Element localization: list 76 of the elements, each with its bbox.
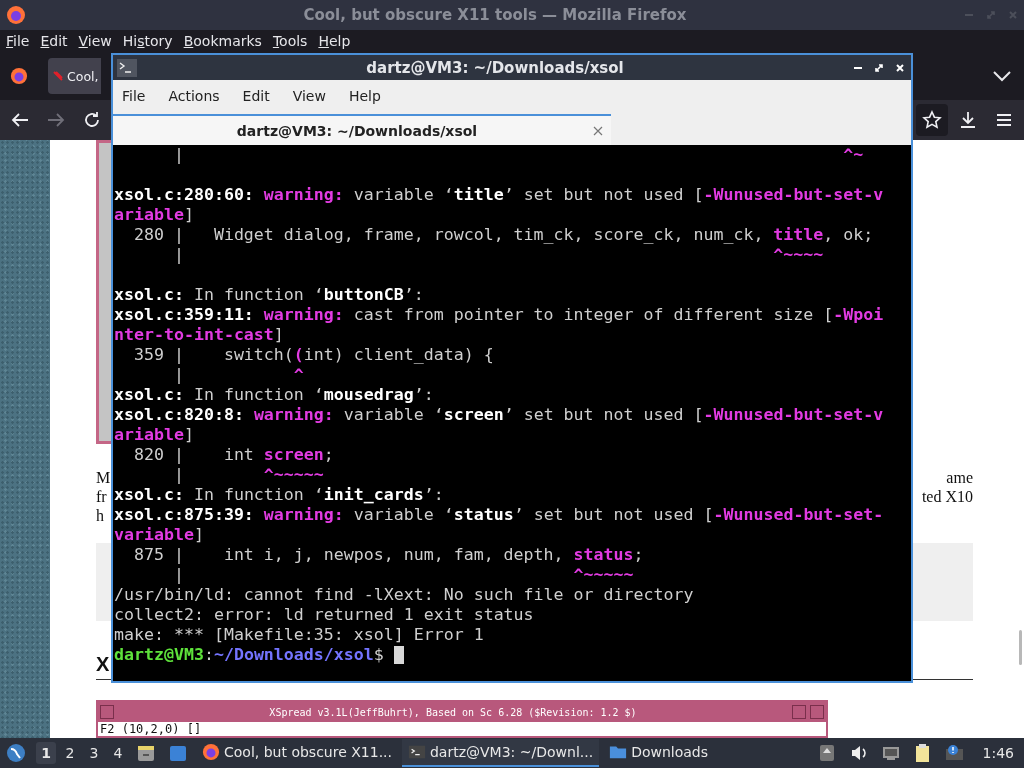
cursor xyxy=(393,646,404,664)
shell-prompt: dartz@VM3:~/Downloads/xsol$ xyxy=(114,645,385,665)
download-icon[interactable] xyxy=(958,110,978,130)
workspace-button[interactable]: 4 xyxy=(108,742,128,764)
menu-item[interactable]: View xyxy=(78,33,112,49)
taskbar-button[interactable]: Cool, but obscure X11... xyxy=(196,739,398,767)
chevron-down-icon[interactable] xyxy=(992,70,1012,82)
menu-item[interactable]: Actions xyxy=(168,88,220,104)
taskbar-button[interactable]: Downloads xyxy=(603,739,715,767)
terminal-line: ariable] xyxy=(114,205,194,225)
menu-item[interactable]: File xyxy=(6,33,30,49)
paragraph-text: ted X10 xyxy=(921,487,973,507)
paragraph-text: fr xyxy=(96,487,108,507)
start-menu-icon[interactable] xyxy=(6,743,26,763)
site-icon xyxy=(53,71,63,81)
menu-item[interactable]: View xyxy=(292,88,326,104)
terminal-line: xsol.c:280:60: warning: variable ‘title’ set but not used [-Wunused-but-set-v xyxy=(114,185,884,205)
terminal-line: 820 | int screen; xyxy=(132,445,334,465)
browser-logo-icon[interactable] xyxy=(10,67,28,85)
reload-icon[interactable] xyxy=(82,110,102,130)
terminal-line: | ^~~~~~ xyxy=(172,465,324,485)
terminal-line: | ^~~~~ xyxy=(172,245,824,265)
taskbar-button[interactable]: dartz@VM3: ~/Downl... xyxy=(402,739,600,767)
window-menu-icon xyxy=(100,705,114,719)
notification-icon[interactable] xyxy=(944,743,965,763)
menu-item[interactable]: Edit xyxy=(242,88,270,104)
workspace-button[interactable]: 1 xyxy=(36,742,56,764)
terminal-line: xsol.c:359:11: warning: cast from pointer to integer of different size [-Wpoi xyxy=(114,305,884,325)
terminal-line: xsol.c:875:39: warning: variable ‘status’ set but not used [-Wunused-but-set- xyxy=(114,505,884,525)
terminal-line: variable] xyxy=(114,525,204,545)
section-heading: X xyxy=(96,652,110,677)
star-icon xyxy=(922,110,942,130)
status-text: F2 (10,2,0) [] xyxy=(99,722,203,736)
terminal-tab[interactable]: dartz@VM3: ~/Downloads/xsol xyxy=(113,114,611,145)
terminal-line: | ^~ xyxy=(172,145,864,165)
terminal-line: collect2: error: ld returned 1 exit status xyxy=(114,605,534,625)
paragraph-text: M xyxy=(96,468,111,488)
terminal-line: 875 | int i, j, newpos, num, fam, depth, status; xyxy=(132,545,644,565)
menu-item[interactable]: Tools xyxy=(272,33,308,49)
menu-item[interactable]: Help xyxy=(318,33,351,49)
workspace-button[interactable]: 2 xyxy=(60,742,80,764)
terminal-line: nter-to-int-cast] xyxy=(114,325,284,345)
menu-item[interactable]: History xyxy=(122,33,173,49)
file-cabinet-icon[interactable] xyxy=(136,743,156,763)
menu-item[interactable]: Edit xyxy=(40,33,68,49)
browser-tab[interactable]: Cool, xyxy=(48,58,101,94)
clock: 1:46 xyxy=(982,745,1014,761)
paragraph-text: ame xyxy=(946,468,973,488)
window-title: Cool, but obscure X11 tools — Mozilla Firefox xyxy=(302,6,688,24)
terminal-line: xsol.c: In function ‘buttonCB’: xyxy=(114,285,424,305)
workspace-button[interactable]: 3 xyxy=(84,742,104,764)
browser-logo-icon xyxy=(202,743,220,761)
terminal-line: | ^ xyxy=(172,365,304,385)
minimize-icon xyxy=(792,705,806,719)
paragraph-text: h xyxy=(96,506,105,526)
terminal-line: /usr/bin/ld: cannot find -lXext: No such file or directory xyxy=(114,585,694,605)
terminal-line: ariable] xyxy=(114,425,194,445)
browser-logo-icon xyxy=(6,5,26,25)
terminal-icon xyxy=(408,743,426,761)
menu-item[interactable]: Bookmarks xyxy=(183,33,262,49)
terminal-icon xyxy=(117,58,137,77)
terminal-line: xsol.c: In function ‘init_cards’: xyxy=(114,485,444,505)
menu-item[interactable]: File xyxy=(122,88,146,104)
menu-item[interactable]: Help xyxy=(348,88,381,104)
window-title: XSpread v3.1L(JeffBuhrt), Based on Sc 6.28 ($Revision: 1.2 $) xyxy=(268,706,638,718)
scrollbar-thumb[interactable] xyxy=(1019,630,1022,665)
desktop-icon[interactable] xyxy=(168,743,188,763)
terminal-line: 359 | switch((int) client_data) { xyxy=(132,345,494,365)
bookmark-button[interactable] xyxy=(916,104,948,136)
maximize-icon xyxy=(810,705,824,719)
terminal-line: xsol.c: In function ‘mousedrag’: xyxy=(114,385,434,405)
window-title: dartz@VM3: ~/Downloads/xsol xyxy=(365,58,625,77)
terminal-line: make: *** [Makefile:35: xsol] Error 1 xyxy=(114,625,484,645)
terminal-line: | ^~~~~~ xyxy=(172,565,634,585)
terminal-line: 280 | Widget dialog, frame, rowcol, tim_ck, score_ck, num_ck, title, ok; xyxy=(132,225,874,245)
terminal-line: xsol.c:820:8: warning: variable ‘screen’ set but not used [-Wunused-but-set-v xyxy=(114,405,884,425)
